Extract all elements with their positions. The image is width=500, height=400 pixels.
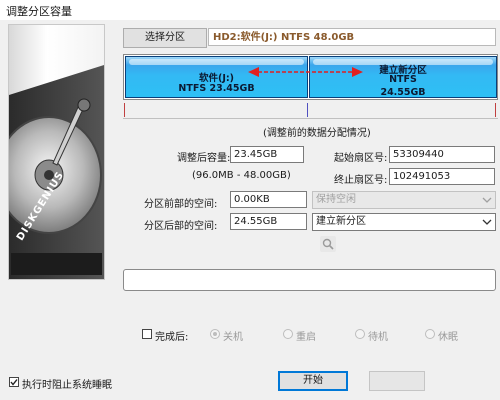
radio-standby[interactable] <box>355 329 365 339</box>
chevron-down-icon <box>482 219 492 225</box>
after-space-input[interactable]: 24.55GB <box>230 213 307 230</box>
partition-ruler <box>123 101 498 119</box>
start-button[interactable]: 开始 <box>278 371 348 391</box>
window-title: 调整分区容量 <box>6 5 72 18</box>
progress-field <box>123 269 496 291</box>
radio-hibernate[interactable] <box>425 329 435 339</box>
cancel-button[interactable] <box>369 371 425 391</box>
before-space-label: 分区前部的空间: <box>144 199 218 210</box>
radio-shutdown[interactable] <box>210 329 220 339</box>
before-space-input[interactable]: 0.00KB <box>230 191 307 208</box>
select-partition-button[interactable]: 选择分区 <box>123 28 207 48</box>
checkmark-icon <box>10 379 18 386</box>
prevent-sleep-label: 执行时阻止系统睡眠 <box>22 380 112 391</box>
radio-hibernate-label: 休眠 <box>438 332 458 343</box>
ruler-baseline <box>123 118 498 119</box>
radio-restart-label: 重启 <box>296 332 316 343</box>
title-bar: 调整分区容量 <box>0 0 500 20</box>
before-space-select[interactable]: 保持空闲 <box>312 191 496 209</box>
after-space-option: 建立新分区 <box>316 216 366 227</box>
resize-arrow-icon[interactable] <box>248 65 363 79</box>
size-label: 调整后容量: <box>177 153 231 164</box>
ruler-tick <box>124 103 125 117</box>
start-sector-input[interactable]: 53309440 <box>389 146 495 163</box>
before-space-option: 保持空闲 <box>316 194 356 205</box>
partition-size: NTFS 23.45GB <box>178 83 255 94</box>
after-space-label: 分区后部的空间: <box>144 221 218 232</box>
disk-info-field: HD2:软件(J:) NTFS 48.0GB <box>208 28 496 46</box>
radio-standby-label: 待机 <box>368 332 388 343</box>
radio-shutdown-label: 关机 <box>223 332 243 343</box>
prevent-sleep-checkbox[interactable] <box>9 377 19 387</box>
radio-restart[interactable] <box>283 329 293 339</box>
completion-checkbox[interactable] <box>142 329 152 339</box>
chevron-down-icon <box>482 197 492 203</box>
completion-label: 完成后: <box>155 332 189 343</box>
disk-illustration: DISKGENIUS <box>8 24 105 280</box>
ruler-tick <box>495 103 496 117</box>
start-sector-label: 起始扇区号: <box>334 153 388 164</box>
end-sector-input[interactable]: 102491053 <box>389 168 495 185</box>
end-sector-label: 终止扇区号: <box>334 175 388 186</box>
ruler-tick <box>307 103 308 117</box>
after-space-select[interactable]: 建立新分区 <box>312 213 496 231</box>
partition-size: 24.55GB <box>380 87 426 98</box>
data-caption: (调整前的数据分配情况) <box>263 128 371 139</box>
size-input[interactable]: 23.45GB <box>230 146 304 163</box>
search-icon[interactable] <box>320 236 336 252</box>
size-range: (96.0MB - 48.00GB) <box>192 170 291 181</box>
